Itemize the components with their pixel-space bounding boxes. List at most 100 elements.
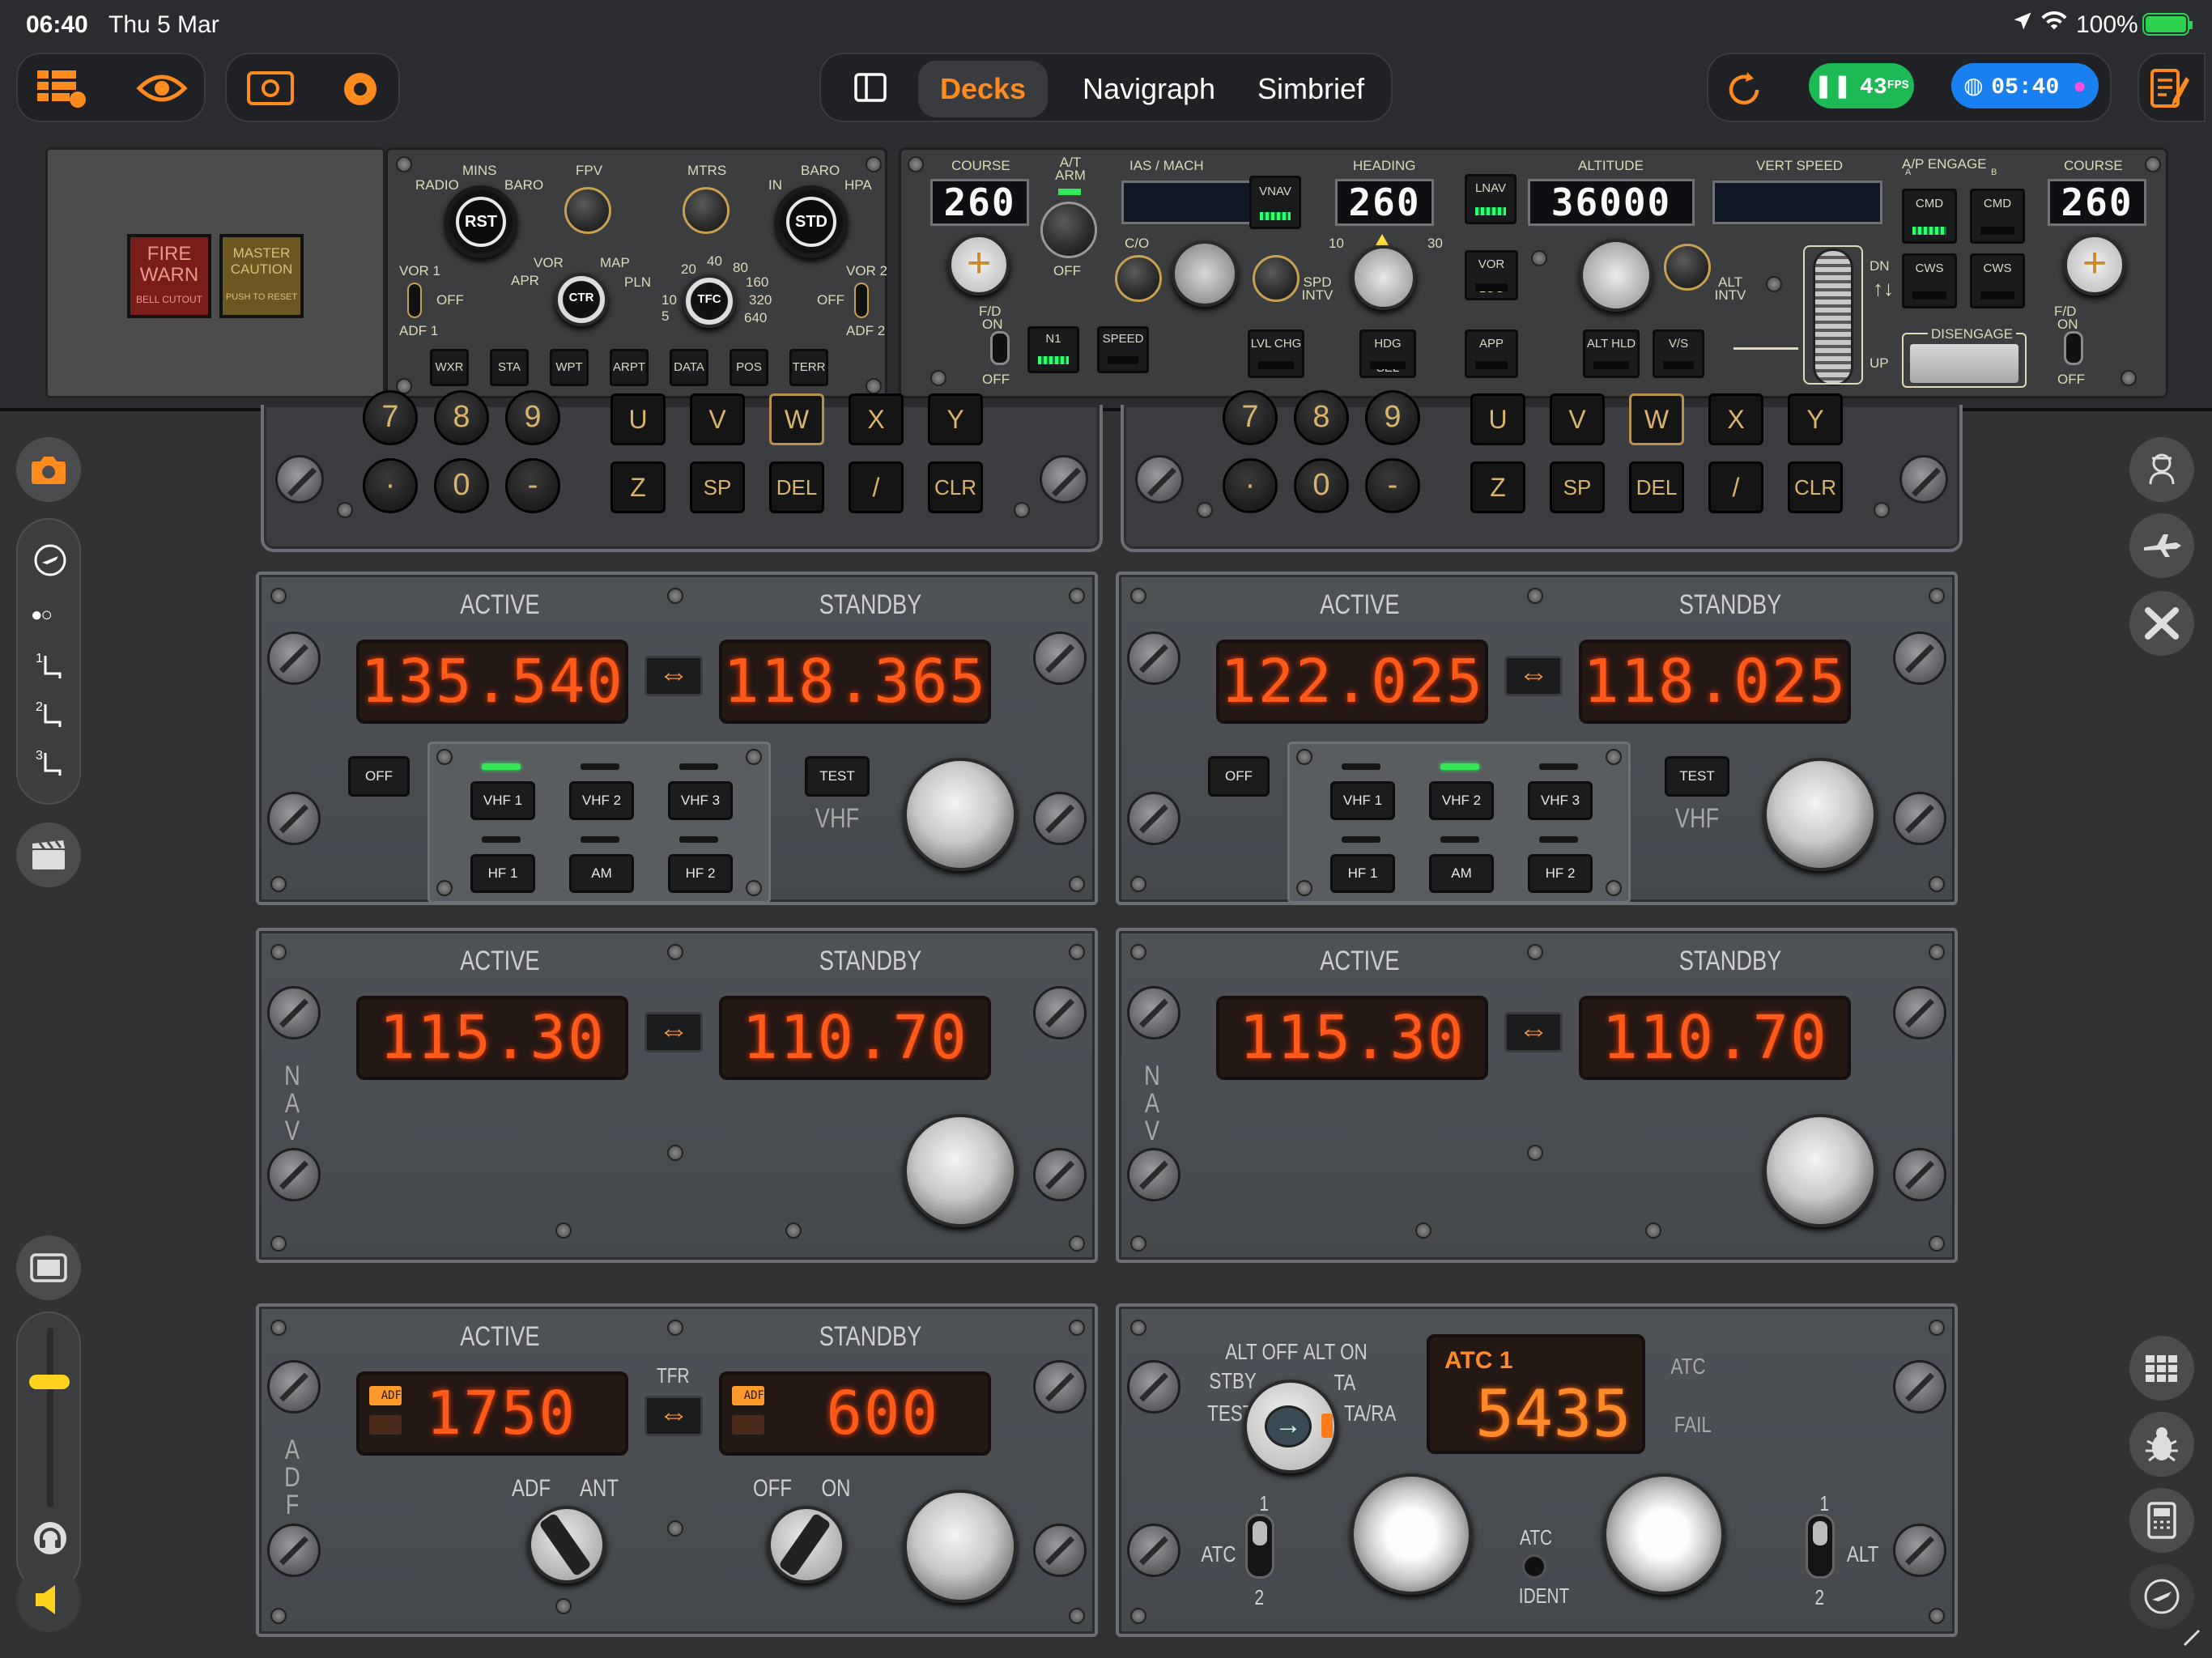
fire-warn-button[interactable]: FIRE WARN BELL CUTOUT: [127, 234, 211, 318]
heading-knob[interactable]: [1351, 245, 1416, 310]
speed-knob[interactable]: [1172, 240, 1238, 307]
lvl-chg-button[interactable]: LVL CHG: [1248, 329, 1304, 378]
key-w[interactable]: W: [769, 393, 824, 445]
vhf-left-hf1-button[interactable]: HF 1: [470, 854, 535, 893]
altitude-knob[interactable]: [1580, 239, 1653, 312]
vhf-left-tuning-knob[interactable]: [904, 758, 1017, 871]
vhf-left-vhf3-button[interactable]: VHF 3: [668, 781, 733, 820]
resize-handle-icon[interactable]: [2181, 1627, 2201, 1647]
ctr-button[interactable]: CTR: [558, 291, 605, 304]
nav-left-swap-button[interactable]: ⇔: [644, 1012, 703, 1052]
efis-data-button[interactable]: DATA: [670, 349, 708, 386]
efis-sta-button[interactable]: STA: [490, 349, 529, 386]
cdu-button[interactable]: [2129, 1488, 2194, 1553]
vhf-right-hf2-button[interactable]: HF 2: [1528, 854, 1593, 893]
grid-button[interactable]: [2129, 1336, 2194, 1401]
lnav-button[interactable]: LNAV: [1465, 174, 1516, 224]
efis-terr-button[interactable]: TERR: [789, 349, 828, 386]
baro-knob[interactable]: STD: [775, 185, 848, 258]
adf-swap-button[interactable]: ⇔: [644, 1396, 703, 1436]
n1-button[interactable]: N1: [1027, 326, 1079, 373]
hdg-sel-button[interactable]: HDG SEL: [1359, 329, 1416, 378]
key-sp[interactable]: SP: [690, 461, 745, 513]
key-del[interactable]: DEL: [1629, 461, 1684, 513]
key-8[interactable]: 8: [1294, 390, 1349, 445]
vhf-left-swap-button[interactable]: ⇔: [644, 656, 703, 696]
vhf-right-swap-button[interactable]: ⇔: [1504, 656, 1563, 696]
key-0[interactable]: 0: [1294, 458, 1349, 513]
seat-3-icon[interactable]: 3: [34, 746, 70, 786]
vnav-button[interactable]: VNAV: [1249, 176, 1301, 229]
sidebar-toggle-icon[interactable]: [853, 72, 887, 107]
key-z[interactable]: Z: [1470, 461, 1525, 513]
key-v[interactable]: V: [1550, 393, 1605, 445]
tab-decks[interactable]: Decks: [918, 61, 1048, 117]
volume-thumb[interactable]: [29, 1374, 70, 1389]
alt-hld-button[interactable]: ALT HLD: [1583, 329, 1640, 378]
debug-button[interactable]: [2129, 1412, 2194, 1477]
vhf-right-vhf2-button[interactable]: VHF 2: [1429, 781, 1494, 820]
nav-right-tuning-knob[interactable]: [1763, 1114, 1877, 1227]
efis-wxr-button[interactable]: WXR: [430, 349, 469, 386]
seat-2-icon[interactable]: 2: [34, 698, 70, 738]
disengage-bar[interactable]: [1910, 344, 2018, 383]
efis-arpt-button[interactable]: ARPT: [610, 349, 649, 386]
key-clr[interactable]: CLR: [928, 461, 983, 513]
xpdr-code-knob-left[interactable]: [1351, 1473, 1472, 1595]
ipad-frame-button[interactable]: [16, 1235, 81, 1300]
key-sp[interactable]: SP: [1550, 461, 1605, 513]
mtrs-button[interactable]: [683, 187, 730, 234]
std-button[interactable]: STD: [786, 197, 836, 247]
key-0[interactable]: 0: [434, 458, 489, 513]
screenshot-icon[interactable]: [246, 69, 295, 112]
fd-left-switch[interactable]: [990, 331, 1010, 365]
range-knob[interactable]: TFC: [683, 274, 736, 328]
xpdr-code-knob-right[interactable]: [1603, 1473, 1725, 1595]
nav-left-tuning-knob[interactable]: [904, 1114, 1017, 1227]
rst-button[interactable]: RST: [456, 197, 506, 247]
key-z[interactable]: Z: [610, 461, 666, 513]
course-right-knob[interactable]: +: [2064, 234, 2125, 295]
fd-right-switch[interactable]: [2064, 331, 2083, 365]
efis-wpt-button[interactable]: WPT: [550, 349, 589, 386]
cmd-b-button[interactable]: CMD: [1970, 189, 2025, 244]
key-8[interactable]: 8: [434, 390, 489, 445]
xpdr-alt-source-switch[interactable]: [1806, 1514, 1835, 1579]
speed-button[interactable]: SPEED: [1097, 326, 1149, 373]
adf-tuning-knob[interactable]: [904, 1490, 1017, 1603]
seat-1-icon[interactable]: 1: [34, 649, 70, 689]
key-del[interactable]: DEL: [769, 461, 824, 513]
key-dot[interactable]: ·: [363, 458, 418, 513]
camera-button[interactable]: [16, 437, 81, 502]
key-7[interactable]: 7: [363, 390, 418, 445]
pilot-button[interactable]: [2129, 437, 2194, 502]
tab-navigraph[interactable]: Navigraph: [1064, 61, 1234, 117]
cmd-a-button[interactable]: CMD: [1902, 189, 1957, 244]
xpdr-ident-button[interactable]: [1522, 1554, 1546, 1579]
alt-intv-button[interactable]: [1664, 244, 1711, 291]
vhf-right-vhf1-button[interactable]: VHF 1: [1330, 781, 1395, 820]
fps-badge[interactable]: ❚❚ 43FPS: [1809, 63, 1914, 108]
fpv-button[interactable]: [564, 187, 611, 234]
nav-right-swap-button[interactable]: ⇔: [1504, 1012, 1563, 1052]
adf-mode-selector[interactable]: [528, 1506, 606, 1584]
cws-b-button[interactable]: CWS: [1970, 253, 2025, 308]
key-x[interactable]: X: [1708, 393, 1763, 445]
vhf-left-am-button[interactable]: AM: [569, 854, 634, 893]
key-dot[interactable]: ·: [1223, 458, 1278, 513]
eye-icon[interactable]: [136, 70, 188, 110]
course-left-knob[interactable]: +: [948, 234, 1010, 295]
key-slash[interactable]: /: [1708, 461, 1763, 513]
xplane-button[interactable]: [2129, 591, 2194, 656]
notes-icon[interactable]: [2149, 66, 2191, 115]
sim-time-badge[interactable]: ◍ 05:40 ●: [1951, 63, 2099, 108]
refresh-icon[interactable]: [1725, 69, 1763, 112]
volume-slider[interactable]: [16, 1312, 81, 1592]
vhf-left-vhf1-button[interactable]: VHF 1: [470, 781, 535, 820]
key-7[interactable]: 7: [1223, 390, 1278, 445]
key-x[interactable]: X: [849, 393, 904, 445]
at-arm-switch[interactable]: [1040, 202, 1097, 258]
co-button[interactable]: [1115, 255, 1162, 302]
master-caution-button[interactable]: MASTER CAUTION PUSH TO RESET: [219, 234, 304, 318]
mins-knob[interactable]: RST: [445, 185, 517, 258]
